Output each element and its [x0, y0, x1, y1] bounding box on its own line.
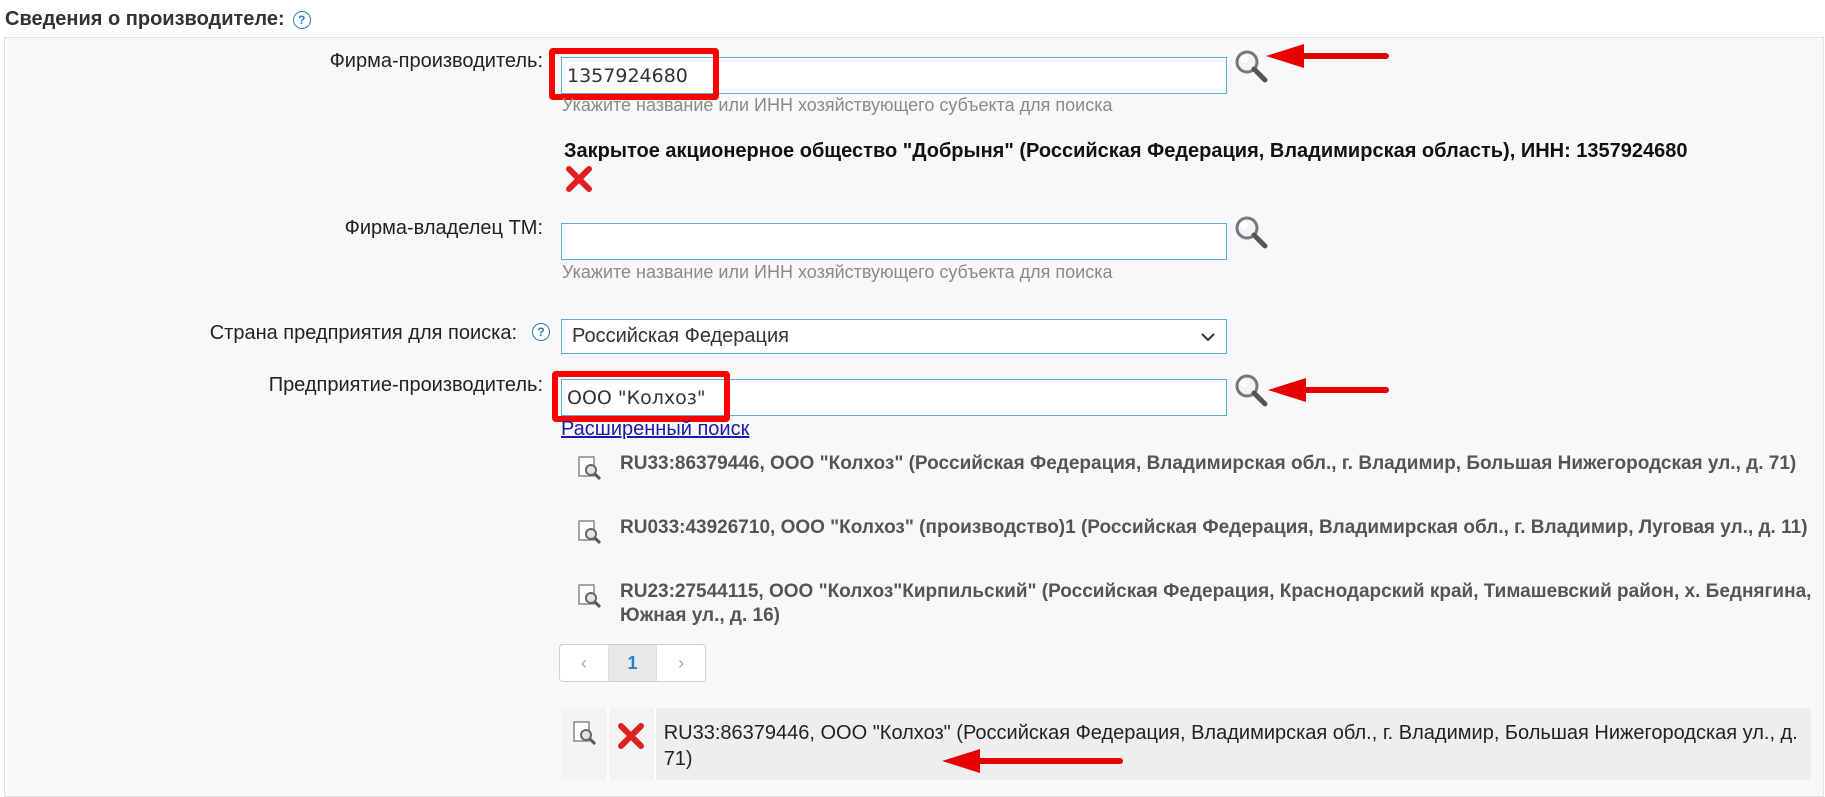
country-help-icon[interactable]: ?: [532, 323, 550, 341]
owner-input[interactable]: [561, 223, 1227, 260]
pagination: ‹ 1 ›: [559, 644, 706, 682]
section-title-text: Сведения о производителе:: [5, 8, 285, 30]
document-search-icon[interactable]: [576, 583, 602, 609]
owner-hint: Укажите название или ИНН хозяйствующего …: [562, 262, 1113, 282]
pager-page-1[interactable]: 1: [608, 645, 658, 681]
pager-prev-button[interactable]: ‹: [560, 645, 609, 681]
help-icon[interactable]: ?: [292, 10, 311, 29]
document-search-icon[interactable]: [571, 720, 597, 746]
enterprise-search-icon[interactable]: [1233, 372, 1269, 408]
selected-remove-cell: [608, 708, 656, 780]
firm-remove-icon[interactable]: [563, 163, 595, 195]
selected-view-cell: [562, 708, 609, 780]
result-item-2[interactable]: RU033:43926710, ООО "Колхоз" (производст…: [620, 516, 1825, 540]
country-select-value: Российская Федерация: [572, 325, 790, 347]
result-item-1[interactable]: RU33:86379446, ООО "Колхоз" (Российская …: [620, 452, 1825, 476]
firm-label: Фирма-производитель:: [329, 50, 543, 72]
close-icon[interactable]: [615, 720, 647, 752]
owner-label: Фирма-владелец ТМ:: [344, 217, 543, 239]
firm-selected-text: Закрытое акционерное общество "Добрыня" …: [564, 140, 1688, 162]
firm-input-value: 1357924680: [567, 64, 688, 87]
advanced-search-link[interactable]: Расширенный поиск: [561, 418, 749, 441]
section-title: Сведения о производителе: ?: [5, 8, 311, 31]
owner-search-icon[interactable]: [1233, 214, 1269, 250]
enterprise-label: Предприятие-производитель:: [268, 374, 543, 396]
result-item-3[interactable]: RU23:27544115, ООО "Колхоз"Кирпильский" …: [620, 580, 1825, 628]
dropdown-chevron-icon: [1201, 332, 1215, 341]
firm-search-icon[interactable]: [1233, 48, 1269, 84]
country-select[interactable]: Российская Федерация: [561, 319, 1227, 354]
enterprise-input-value: ООО "Колхоз": [567, 386, 706, 409]
document-search-icon[interactable]: [576, 519, 602, 545]
country-label: Страна предприятия для поиска:: [209, 322, 517, 344]
document-search-icon[interactable]: [576, 455, 602, 481]
selected-enterprise-row: RU33:86379446, ООО "Колхоз" (Российская …: [562, 708, 1811, 780]
selected-enterprise-text: RU33:86379446, ООО "Колхоз" (Российская …: [663, 722, 1798, 770]
enterprise-input[interactable]: ООО "Колхоз": [561, 379, 1227, 416]
pager-next-button[interactable]: ›: [657, 645, 705, 681]
firm-hint: Укажите название или ИНН хозяйствующего …: [562, 95, 1113, 115]
firm-input[interactable]: 1357924680: [561, 57, 1227, 94]
